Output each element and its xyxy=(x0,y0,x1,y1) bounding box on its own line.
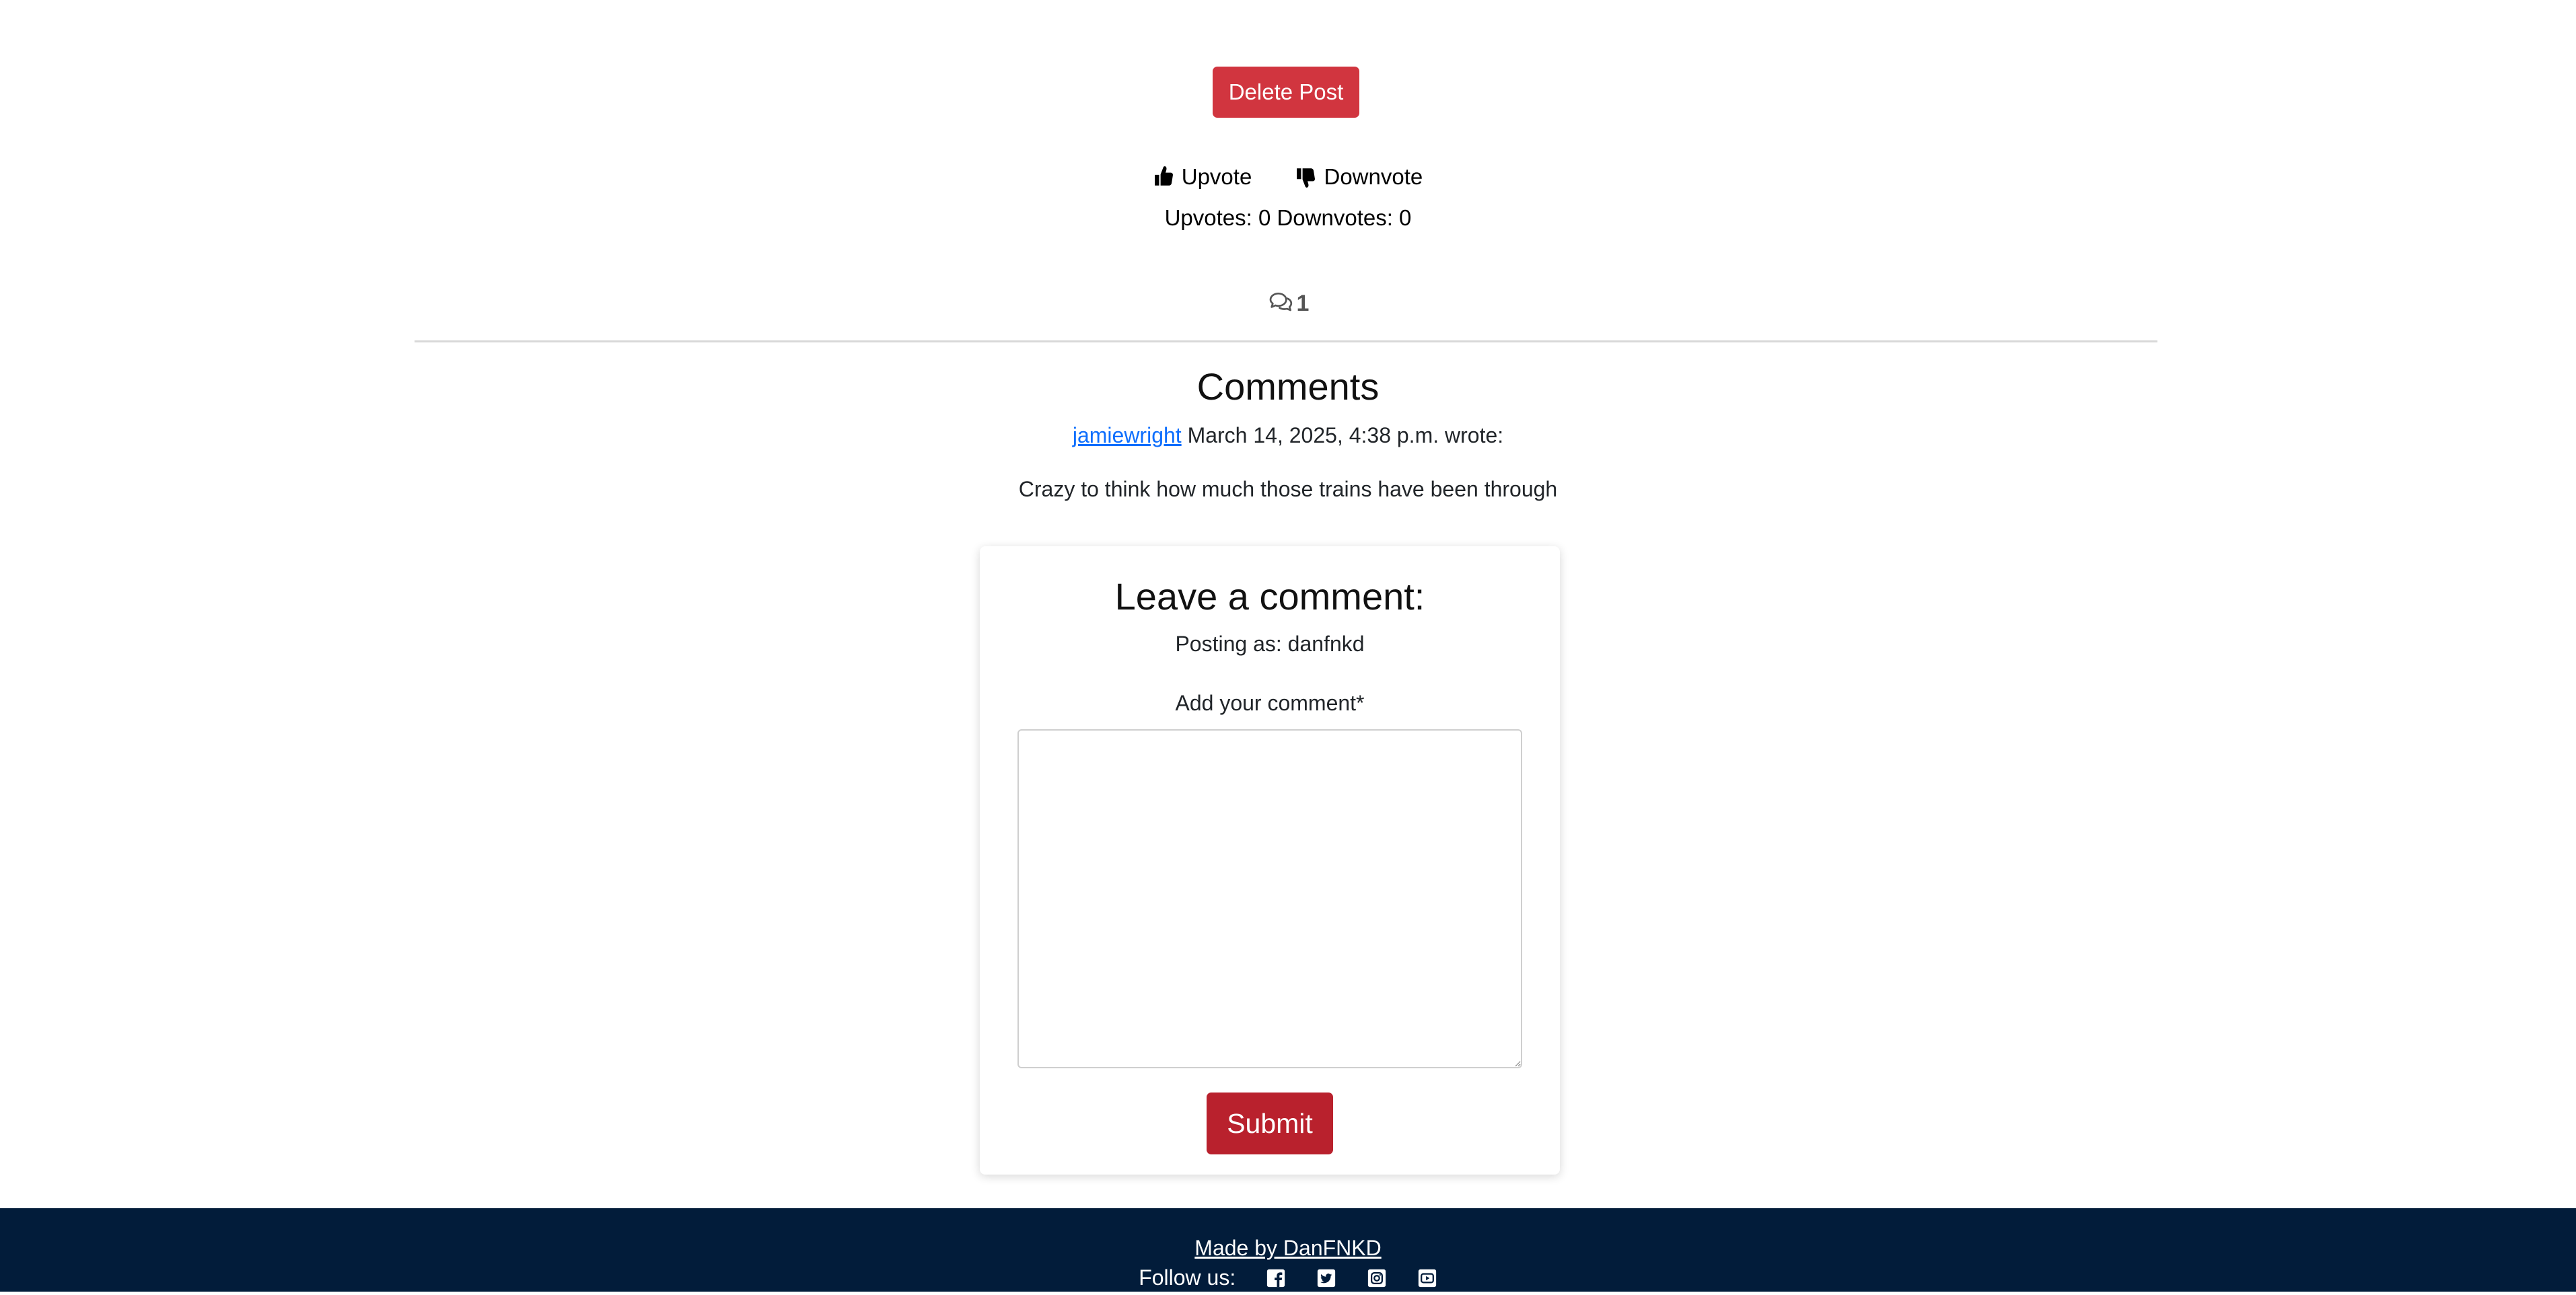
made-by-link[interactable]: Made by DanFNKD xyxy=(1194,1236,1381,1260)
footer-credit: Made by DanFNKD xyxy=(0,1232,2576,1263)
submit-button[interactable]: Submit xyxy=(1207,1093,1333,1154)
twitter-icon[interactable] xyxy=(1316,1267,1336,1288)
vote-counts: Upvotes: 0 Downvotes: 0 xyxy=(1164,205,1412,230)
comment-textarea[interactable] xyxy=(1017,729,1522,1068)
facebook-icon[interactable] xyxy=(1266,1267,1286,1288)
footer: Made by DanFNKD Follow us: xyxy=(0,1208,2576,1292)
instagram-icon[interactable] xyxy=(1367,1267,1387,1288)
chat-bubbles-icon xyxy=(1269,293,1292,311)
vote-controls: Upvote Downvote xyxy=(0,159,2576,192)
downvote-label: Downvote xyxy=(1324,164,1423,190)
comment-timestamp: March 14, 2025, 4:38 p.m. wrote: xyxy=(1181,423,1504,447)
comment-form-card: Leave a comment: Posting as: danfnkd Add… xyxy=(980,546,1560,1175)
comment-body: Crazy to think how much those trains hav… xyxy=(1018,477,1558,501)
comment-count: 1 xyxy=(0,287,2576,320)
comment-author-link[interactable]: jamiewright xyxy=(1073,423,1182,447)
comment-meta: jamiewright March 14, 2025, 4:38 p.m. wr… xyxy=(0,420,2576,451)
posting-as-text: Posting as: danfnkd xyxy=(1175,632,1365,656)
comment-form-title: Leave a comment: xyxy=(1114,575,1425,618)
delete-post-button[interactable]: Delete Post xyxy=(1213,67,1359,118)
thumbs-down-icon xyxy=(1297,168,1316,188)
follow-us-label: Follow us: xyxy=(1139,1265,1236,1290)
youtube-icon[interactable] xyxy=(1417,1267,1437,1288)
thumbs-up-icon xyxy=(1154,166,1173,186)
comments-heading: Comments xyxy=(1196,365,1380,408)
follow-us: Follow us: xyxy=(0,1263,2576,1292)
upvote-label: Upvote xyxy=(1181,164,1252,190)
divider xyxy=(415,340,2157,342)
comment-count-value: 1 xyxy=(1296,291,1310,316)
comment-field-label: Add your comment* xyxy=(1175,691,1365,715)
downvote-button[interactable]: Downvote xyxy=(1277,160,1441,194)
upvote-button[interactable]: Upvote xyxy=(1135,160,1271,194)
